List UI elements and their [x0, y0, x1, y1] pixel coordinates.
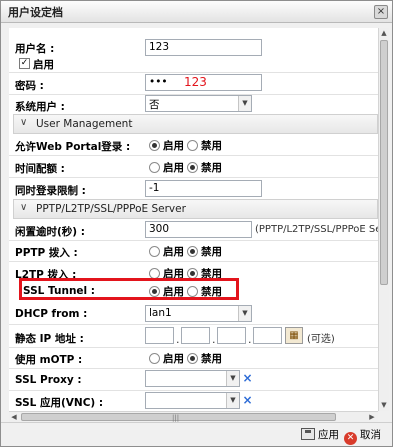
enable-checkbox[interactable]: ✓	[19, 58, 30, 69]
motp-enable-label: 启用	[163, 353, 184, 365]
dropdown-arrow-icon: ▼	[238, 306, 251, 321]
dropdown-arrow-icon: ▼	[226, 393, 239, 408]
motp-enable-radio[interactable]	[149, 353, 160, 364]
chevron-down-icon: ∨	[20, 202, 28, 213]
password-annotation: 123	[184, 75, 207, 89]
divider	[9, 324, 378, 325]
system-user-select[interactable]: 否 ▼	[145, 95, 252, 112]
vertical-scrollbar[interactable]: ▲ ▼	[378, 28, 389, 411]
divider	[9, 240, 378, 241]
idle-timeout-input[interactable]: 300	[145, 221, 252, 238]
cancel-button[interactable]: ✕ 取消	[344, 426, 381, 445]
scroll-up-icon[interactable]: ▲	[379, 28, 389, 38]
section-pptp[interactable]: ∨ PPTP/L2TP/SSL/PPPoE Server	[13, 199, 378, 219]
divider	[9, 347, 378, 348]
username-label: 用户名 :	[15, 43, 55, 55]
clear-x-icon[interactable]: ×	[242, 393, 253, 407]
password-mask: •••	[149, 76, 168, 88]
ssl-proxy-select[interactable]: ▼	[145, 370, 240, 387]
divider	[9, 261, 378, 262]
static-ip-octet-4[interactable]	[253, 327, 282, 344]
ssl-vnc-label: SSL 应用(VNC) :	[15, 397, 104, 409]
apply-button[interactable]: 应用	[301, 426, 339, 444]
scroll-left-icon[interactable]: ◀	[9, 412, 19, 422]
system-user-value: 否	[149, 99, 160, 111]
grip-icon: |||	[172, 414, 180, 422]
user-profile-dialog: 用户设定档 × 用户名 : 123 ✓ 启用 密码 : ••• 123 系统用户…	[0, 0, 393, 447]
scroll-down-icon[interactable]: ▼	[379, 400, 389, 410]
divider	[9, 155, 378, 156]
static-ip-octet-3[interactable]	[217, 327, 246, 344]
username-input[interactable]: 123	[145, 39, 262, 56]
chevron-down-icon: ∨	[20, 117, 28, 128]
dhcp-from-value: lan1	[149, 307, 172, 319]
section-title: User Management	[36, 118, 133, 130]
web-portal-label: 允许Web Portal登录 :	[15, 141, 131, 153]
login-limit-input[interactable]: -1	[145, 180, 262, 197]
close-icon[interactable]: ×	[374, 5, 388, 19]
section-title: PPTP/L2TP/SSL/PPPoE Server	[36, 203, 186, 215]
password-input[interactable]: ••• 123	[145, 74, 262, 91]
divider	[9, 177, 378, 178]
dialog-title: 用户设定档	[8, 6, 63, 19]
enable-label: 启用	[33, 59, 54, 71]
ssl-vnc-select[interactable]: ▼	[145, 392, 240, 409]
time-quota-disable-radio[interactable]	[187, 162, 198, 173]
web-portal-enable-radio[interactable]	[149, 140, 160, 151]
static-ip-note: (可选)	[307, 334, 335, 345]
calendar-icon[interactable]: ▦	[285, 327, 303, 344]
divider	[9, 368, 378, 369]
idle-timeout-label: 闲置逾时(秒) :	[15, 226, 85, 238]
pptp-dialin-disable-radio[interactable]	[187, 246, 198, 257]
divider	[9, 390, 378, 391]
system-user-label: 系统用户 :	[15, 101, 65, 113]
section-user-management[interactable]: ∨ User Management	[13, 114, 378, 134]
dialog-titlebar: 用户设定档 ×	[1, 1, 392, 23]
static-ip-label: 静态 IP 地址 :	[15, 333, 84, 345]
save-icon	[301, 428, 315, 440]
static-ip-octet-2[interactable]	[181, 327, 210, 344]
cancel-icon: ✕	[344, 432, 357, 445]
pptp-dialin-disable-label: 禁用	[201, 246, 222, 258]
dialog-footer: 应用 ✕ 取消	[1, 422, 392, 446]
ssl-tunnel-highlight-box	[19, 278, 239, 300]
login-limit-label: 同时登录限制 :	[15, 185, 86, 197]
motp-label: 使用 mOTP :	[15, 354, 83, 366]
motp-disable-radio[interactable]	[187, 353, 198, 364]
ip-dot: .	[248, 333, 252, 346]
web-portal-disable-radio[interactable]	[187, 140, 198, 151]
motp-disable-label: 禁用	[201, 353, 222, 365]
scrollbar-thumb[interactable]: |||	[21, 413, 336, 422]
scroll-right-icon[interactable]: ▶	[367, 412, 377, 422]
web-portal-disable-label: 禁用	[201, 140, 222, 152]
dhcp-from-select[interactable]: lan1 ▼	[145, 305, 252, 322]
form-content: 用户名 : 123 ✓ 启用 密码 : ••• 123 系统用户 : 否 ▼ ∨…	[9, 28, 378, 411]
apply-label: 应用	[318, 429, 339, 441]
web-portal-enable-label: 启用	[163, 140, 184, 152]
time-quota-enable-label: 启用	[163, 162, 184, 174]
cancel-label: 取消	[360, 429, 381, 441]
clear-x-icon[interactable]: ×	[242, 371, 253, 385]
dhcp-from-label: DHCP from :	[15, 308, 88, 320]
ip-dot: .	[212, 333, 216, 346]
pptp-dialin-label: PPTP 拨入 :	[15, 247, 78, 259]
time-quota-enable-radio[interactable]	[149, 162, 160, 173]
divider	[9, 72, 378, 73]
time-quota-label: 时间配额 :	[15, 163, 65, 175]
idle-timeout-note: (PPTP/L2TP/SSL/PPPoE Serve	[255, 224, 378, 235]
time-quota-disable-label: 禁用	[201, 162, 222, 174]
dropdown-arrow-icon: ▼	[238, 96, 251, 111]
horizontal-scrollbar[interactable]: ◀ ||| ▶	[9, 411, 378, 422]
pptp-dialin-enable-label: 启用	[163, 246, 184, 258]
password-label: 密码 :	[15, 80, 44, 92]
static-ip-octet-1[interactable]	[145, 327, 174, 344]
pptp-dialin-enable-radio[interactable]	[149, 246, 160, 257]
ip-dot: .	[176, 333, 180, 346]
scrollbar-thumb[interactable]	[380, 40, 388, 285]
ssl-proxy-label: SSL Proxy :	[15, 374, 82, 386]
dropdown-arrow-icon: ▼	[226, 371, 239, 386]
